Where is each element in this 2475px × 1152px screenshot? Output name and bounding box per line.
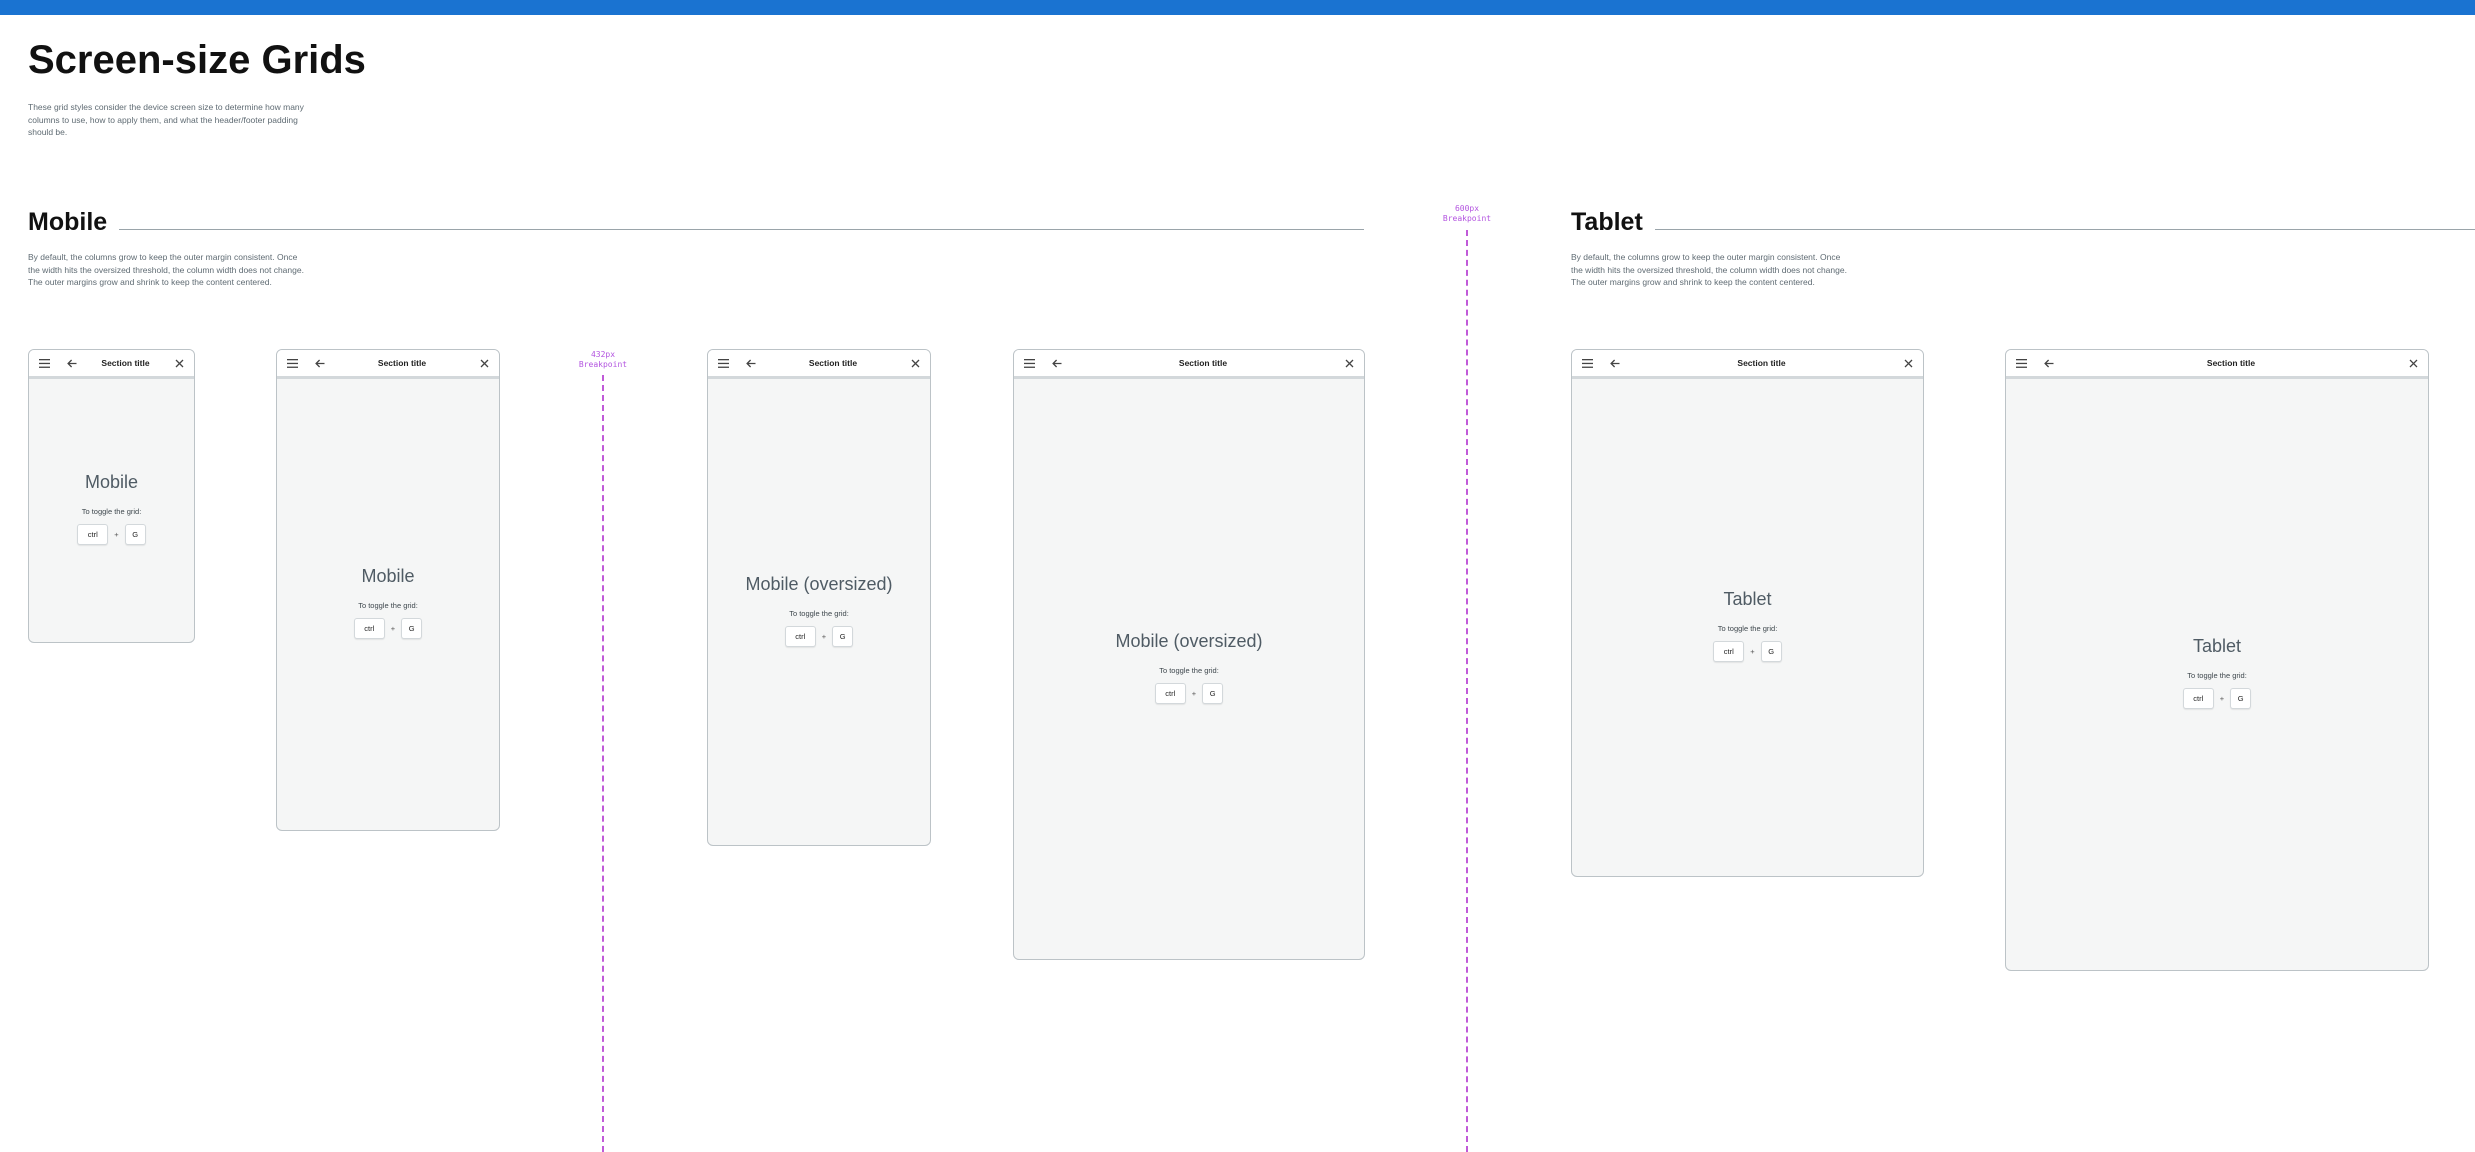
device-frame-tablet-wide: Section title Tablet To toggle the grid:… xyxy=(2005,349,2429,971)
section-divider-mobile xyxy=(119,229,1364,230)
key-plus: + xyxy=(114,530,119,539)
toggle-instruction: To toggle the grid: xyxy=(789,609,849,618)
top-accent-bar xyxy=(0,0,2475,15)
breakpoint-caption: Breakpoint xyxy=(578,360,628,369)
device-name: Tablet xyxy=(1723,589,1772,609)
arrow-back-icon[interactable] xyxy=(65,357,78,370)
frame-header: Section title xyxy=(277,350,499,379)
breakpoint-label-600: 600px Breakpoint xyxy=(1422,204,1512,224)
device-frame-tablet: Section title Tablet To toggle the grid:… xyxy=(1571,349,1924,877)
shortcut-keys: ctrl + G xyxy=(2182,688,2252,709)
key-ctrl: ctrl xyxy=(1154,683,1186,704)
section-header-mobile: Mobile xyxy=(28,206,1364,236)
close-icon[interactable] xyxy=(173,357,186,370)
frame-content: Tablet To toggle the grid: ctrl + G xyxy=(1572,589,1923,662)
frame-title: Section title xyxy=(2206,358,2256,368)
breakpoint-value: 600px xyxy=(1454,204,1480,213)
frame-header: Section title xyxy=(29,350,194,379)
device-frame-mobile: Section title Mobile To toggle the grid:… xyxy=(276,349,500,831)
breakpoint-value: 432px xyxy=(590,350,616,359)
frame-header: Section title xyxy=(1014,350,1364,379)
shortcut-keys: ctrl + G xyxy=(1154,683,1224,704)
frame-title: Section title xyxy=(1737,358,1786,368)
arrow-back-icon[interactable] xyxy=(313,357,326,370)
frame-content: Mobile To toggle the grid: ctrl + G xyxy=(277,566,499,639)
key-g: G xyxy=(832,626,854,647)
section-description-tablet: By default, the columns grow to keep the… xyxy=(1571,252,1847,287)
breakpoint-label-432: 432px Breakpoint xyxy=(558,350,648,370)
breakpoint-line-432 xyxy=(602,375,604,1152)
frame-header: Section title xyxy=(2006,350,2428,379)
section-header-tablet: Tablet xyxy=(1571,206,2475,236)
key-ctrl: ctrl xyxy=(1713,641,1745,662)
close-icon[interactable] xyxy=(478,357,491,370)
close-icon[interactable] xyxy=(909,357,922,370)
shortcut-keys: ctrl + G xyxy=(353,618,423,639)
device-name: Mobile xyxy=(84,472,139,492)
close-icon[interactable] xyxy=(2407,357,2420,370)
key-ctrl: ctrl xyxy=(784,626,816,647)
key-plus: + xyxy=(1750,647,1755,656)
toggle-instruction: To toggle the grid: xyxy=(358,601,418,610)
frame-title: Section title xyxy=(1178,358,1228,368)
frame-title: Section title xyxy=(101,358,150,368)
frame-title: Section title xyxy=(808,358,858,368)
toggle-instruction: To toggle the grid: xyxy=(2187,671,2247,680)
key-g: G xyxy=(1760,641,1782,662)
section-title-tablet: Tablet xyxy=(1571,208,1643,236)
device-name: Tablet xyxy=(2192,636,2242,656)
key-g: G xyxy=(1202,683,1224,704)
arrow-back-icon[interactable] xyxy=(1608,357,1621,370)
shortcut-keys: ctrl + G xyxy=(1713,641,1782,662)
arrow-back-icon[interactable] xyxy=(744,357,757,370)
key-plus: + xyxy=(2219,694,2225,703)
menu-icon[interactable] xyxy=(717,357,730,370)
device-frame-mobile-oversized: Section title Mobile (oversized) To togg… xyxy=(707,349,931,846)
shortcut-keys: ctrl + G xyxy=(77,524,146,545)
device-frame-mobile-oversized-wide: Section title Mobile (oversized) To togg… xyxy=(1013,349,1365,960)
page-description: These grid styles consider the device sc… xyxy=(28,102,304,137)
menu-icon[interactable] xyxy=(1581,357,1594,370)
menu-icon[interactable] xyxy=(1023,357,1036,370)
key-g: G xyxy=(2230,688,2252,709)
frame-header: Section title xyxy=(708,350,930,379)
page-title: Screen-size Grids xyxy=(28,38,366,82)
close-icon[interactable] xyxy=(1343,357,1356,370)
frame-content: Mobile To toggle the grid: ctrl + G xyxy=(29,472,194,545)
toggle-instruction: To toggle the grid: xyxy=(81,507,142,516)
arrow-back-icon[interactable] xyxy=(2042,357,2055,370)
key-plus: + xyxy=(1191,689,1197,698)
device-frame-mobile-small: Section title Mobile To toggle the grid:… xyxy=(28,349,195,643)
close-icon[interactable] xyxy=(1902,357,1915,370)
device-name: Mobile (oversized) xyxy=(1115,631,1263,651)
key-g: G xyxy=(124,524,146,545)
arrow-back-icon[interactable] xyxy=(1050,357,1063,370)
frame-content: Mobile (oversized) To toggle the grid: c… xyxy=(708,574,930,647)
section-description-mobile: By default, the columns grow to keep the… xyxy=(28,252,304,287)
menu-icon[interactable] xyxy=(2015,357,2028,370)
breakpoint-line-600 xyxy=(1466,230,1468,1152)
toggle-instruction: To toggle the grid: xyxy=(1717,624,1778,633)
key-ctrl: ctrl xyxy=(2182,688,2214,709)
menu-icon[interactable] xyxy=(286,357,299,370)
device-name: Mobile (oversized) xyxy=(745,574,893,594)
key-ctrl: ctrl xyxy=(353,618,385,639)
frame-header: Section title xyxy=(1572,350,1923,379)
key-plus: + xyxy=(821,632,827,641)
key-ctrl: ctrl xyxy=(77,524,109,545)
frame-content: Mobile (oversized) To toggle the grid: c… xyxy=(1014,631,1364,704)
frame-title: Section title xyxy=(377,358,427,368)
frame-content: Tablet To toggle the grid: ctrl + G xyxy=(2006,636,2428,709)
breakpoint-caption: Breakpoint xyxy=(1442,214,1492,223)
key-g: G xyxy=(401,618,423,639)
key-plus: + xyxy=(390,624,396,633)
toggle-instruction: To toggle the grid: xyxy=(1159,666,1219,675)
shortcut-keys: ctrl + G xyxy=(784,626,854,647)
section-divider-tablet xyxy=(1654,229,2475,230)
menu-icon[interactable] xyxy=(38,357,51,370)
device-name: Mobile xyxy=(361,566,415,586)
section-title-mobile: Mobile xyxy=(28,208,108,236)
